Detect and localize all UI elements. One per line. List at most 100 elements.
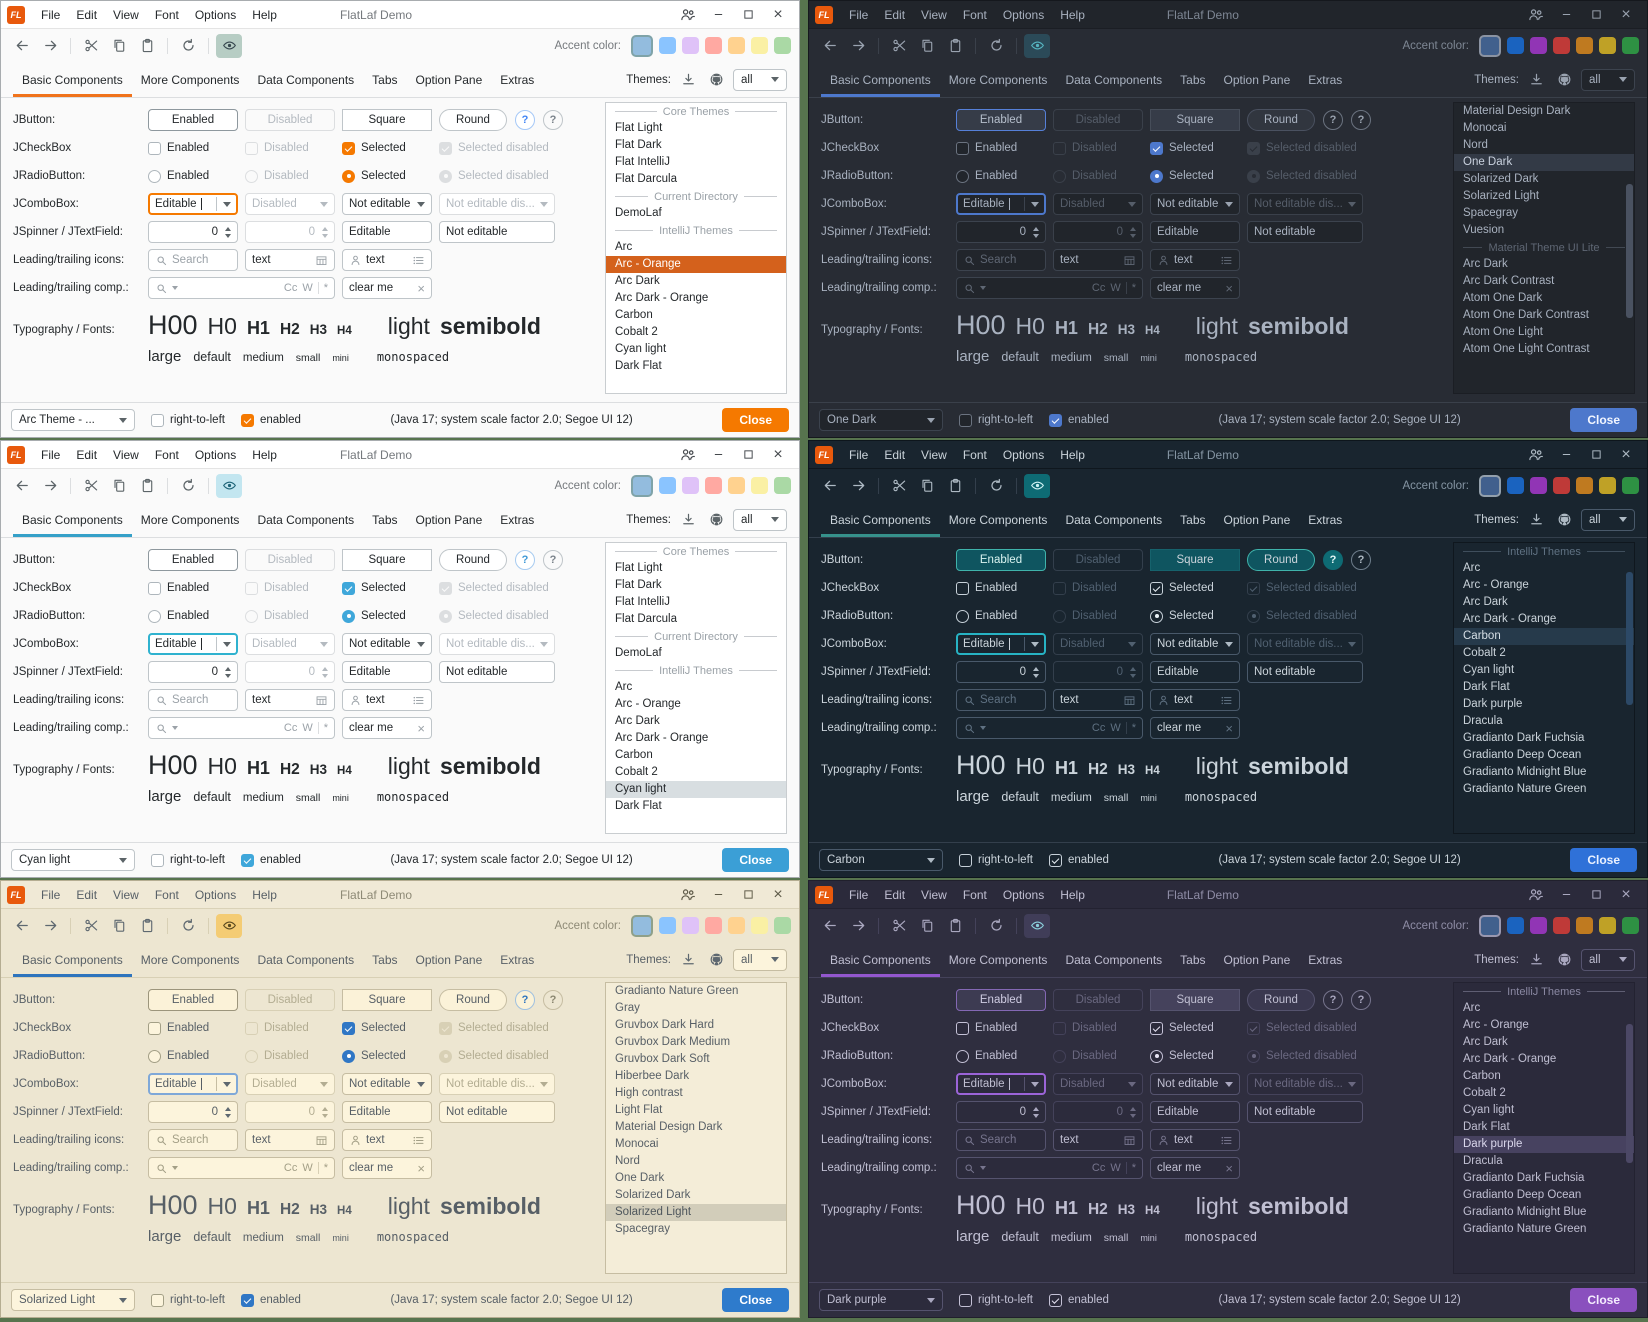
accent-swatch-7[interactable] <box>774 477 791 494</box>
theme-list-item[interactable]: One Dark <box>1454 154 1634 171</box>
square-button[interactable]: Square <box>342 549 432 571</box>
disabled-button[interactable]: Disabled <box>1053 109 1143 131</box>
theme-list-item[interactable]: Dark purple <box>1454 696 1634 713</box>
enabled-button[interactable]: Enabled <box>956 989 1046 1011</box>
radio-selected[interactable]: Selected <box>1150 170 1240 183</box>
theme-list-item[interactable]: Spacegray <box>1454 205 1634 222</box>
theme-list-item[interactable]: Flat IntelliJ <box>606 154 786 171</box>
menu-options[interactable]: Options <box>995 1 1052 29</box>
textfield-editable[interactable]: Editable <box>1150 661 1240 683</box>
whole-word-button[interactable]: W <box>1110 722 1120 734</box>
spinner-steppers[interactable] <box>225 227 231 238</box>
forward-button[interactable] <box>37 34 63 58</box>
maximize-button[interactable] <box>733 882 763 908</box>
theme-list-item[interactable]: Flat Dark <box>606 137 786 154</box>
checkbox-enabled[interactable]: Enabled <box>956 582 1046 595</box>
square-button[interactable]: Square <box>342 989 432 1011</box>
theme-list-item[interactable]: Atom One Dark <box>1454 290 1634 307</box>
tab-data-components[interactable]: Data Components <box>248 502 363 537</box>
back-button[interactable] <box>817 474 843 498</box>
theme-list-item[interactable]: Dracula <box>1454 713 1634 730</box>
themes-filter-select[interactable]: all <box>1581 69 1635 91</box>
combobox-editable[interactable]: Editable <box>148 633 238 655</box>
theme-list-item[interactable]: Cyan light <box>606 781 786 798</box>
theme-list-item[interactable]: Cobalt 2 <box>606 324 786 341</box>
help-button-secondary[interactable]: ? <box>543 110 563 130</box>
tab-extras[interactable]: Extras <box>1299 942 1351 977</box>
theme-list-item[interactable]: Gradianto Midnight Blue <box>1454 764 1634 781</box>
checkbox-disabled[interactable]: Disabled <box>1053 142 1143 155</box>
tab-extras[interactable]: Extras <box>1299 62 1351 97</box>
theme-list-item[interactable]: Dark Flat <box>1454 679 1634 696</box>
tab-option-pane[interactable]: Option Pane <box>1215 942 1300 977</box>
download-themes-button[interactable] <box>677 509 699 531</box>
show-hidden-toggle[interactable] <box>216 34 242 58</box>
back-button[interactable] <box>9 34 35 58</box>
radio-selected[interactable]: Selected <box>1150 1050 1240 1063</box>
regex-button[interactable]: * <box>324 1162 328 1174</box>
search-input[interactable]: Search <box>956 689 1046 711</box>
close-window-button[interactable]: × <box>1611 882 1641 908</box>
checkbox-selected-disabled[interactable]: Selected disabled <box>439 582 595 595</box>
accent-swatch-7[interactable] <box>774 37 791 54</box>
tab-extras[interactable]: Extras <box>491 502 543 537</box>
clear-me-field[interactable]: clear me × <box>1150 717 1240 739</box>
theme-list-item[interactable]: Carbon <box>606 747 786 764</box>
refresh-button[interactable] <box>983 34 1009 58</box>
search-options-field[interactable]: Cc W * <box>148 717 335 739</box>
radio-enabled[interactable]: Enabled <box>148 1050 238 1063</box>
cut-button[interactable] <box>886 914 912 938</box>
menu-help[interactable]: Help <box>1052 441 1093 469</box>
combobox-not-editable-disabled[interactable]: Not editable dis... <box>1247 633 1363 655</box>
theme-list-item[interactable]: Nord <box>1454 137 1634 154</box>
download-themes-button[interactable] <box>1525 69 1547 91</box>
textfield-editable[interactable]: Editable <box>342 1101 432 1123</box>
tab-extras[interactable]: Extras <box>1299 502 1351 537</box>
copy-button[interactable] <box>106 914 132 938</box>
theme-list-item[interactable]: Material Design Dark <box>1454 103 1634 120</box>
chevron-down-icon[interactable] <box>172 286 178 290</box>
download-themes-button[interactable] <box>677 69 699 91</box>
disabled-button[interactable]: Disabled <box>1053 549 1143 571</box>
match-case-button[interactable]: Cc <box>1092 722 1105 734</box>
disabled-button[interactable]: Disabled <box>1053 989 1143 1011</box>
show-hidden-toggle[interactable] <box>1024 474 1050 498</box>
menu-edit[interactable]: Edit <box>876 1 913 29</box>
regex-button[interactable]: * <box>324 282 328 294</box>
regex-button[interactable]: * <box>1132 722 1136 734</box>
radio-selected[interactable]: Selected <box>342 610 432 623</box>
menu-file[interactable]: File <box>841 441 876 469</box>
textfield-not-editable[interactable]: Not editable <box>1247 221 1363 243</box>
copy-button[interactable] <box>914 914 940 938</box>
accent-swatch-2[interactable] <box>659 37 676 54</box>
themes-filter-select[interactable]: all <box>1581 509 1635 531</box>
copy-button[interactable] <box>106 474 132 498</box>
chevron-down-icon[interactable] <box>980 726 986 730</box>
accent-swatch-6[interactable] <box>751 37 768 54</box>
enabled-checkbox[interactable]: enabled <box>241 854 301 867</box>
combobox-editable[interactable]: Editable <box>148 193 238 215</box>
enabled-checkbox[interactable]: enabled <box>1049 1294 1109 1307</box>
combobox-not-editable-disabled[interactable]: Not editable dis... <box>1247 193 1363 215</box>
combobox-not-editable-disabled[interactable]: Not editable dis... <box>439 1073 555 1095</box>
radio-selected[interactable]: Selected <box>342 170 432 183</box>
search-options-field[interactable]: Cc W * <box>148 277 335 299</box>
accent-swatch-4[interactable] <box>705 917 722 934</box>
radio-selected-disabled[interactable]: Selected disabled <box>439 610 595 623</box>
cut-button[interactable] <box>78 34 104 58</box>
theme-list-item[interactable]: Gradianto Dark Fuchsia <box>1454 730 1634 747</box>
round-button[interactable]: Round <box>439 989 507 1011</box>
text-field-both-icons[interactable]: text <box>1150 689 1240 711</box>
users-icon[interactable] <box>1521 442 1551 468</box>
accent-swatch-5[interactable] <box>1576 37 1593 54</box>
text-field-both-icons[interactable]: text <box>342 249 432 271</box>
close-button[interactable]: Close <box>722 1288 789 1312</box>
theme-list-item[interactable]: Gradianto Nature Green <box>1454 1221 1634 1238</box>
theme-list-item[interactable]: Arc Dark Contrast <box>1454 273 1634 290</box>
accent-swatch-2[interactable] <box>659 917 676 934</box>
theme-list-item[interactable]: Dracula <box>1454 1153 1634 1170</box>
tab-data-components[interactable]: Data Components <box>1056 942 1171 977</box>
radio-disabled[interactable]: Disabled <box>245 1050 335 1063</box>
clear-me-field[interactable]: clear me × <box>1150 1157 1240 1179</box>
right-to-left-checkbox[interactable]: right-to-left <box>151 854 225 867</box>
